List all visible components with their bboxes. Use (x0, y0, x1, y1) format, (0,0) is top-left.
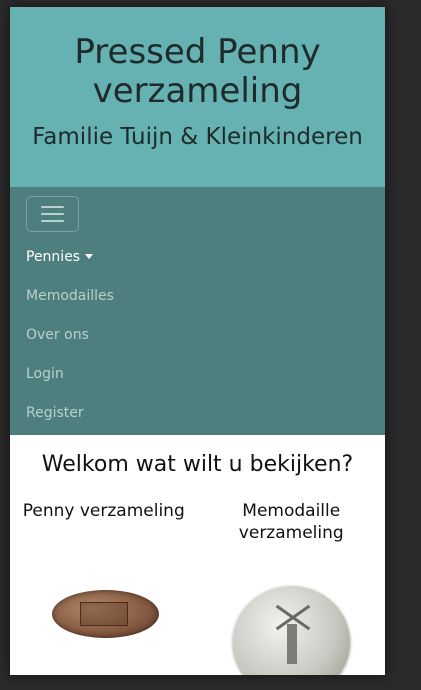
nav-item-pennies[interactable]: Pennies (26, 237, 385, 276)
site-header: Pressed Penny verzameling Familie Tuijn … (10, 7, 385, 187)
hamburger-icon (41, 220, 64, 222)
nav-item-label: Memodailles (26, 287, 114, 304)
hamburger-icon (41, 213, 64, 215)
navbar-toggler-button[interactable] (26, 196, 79, 232)
pressed-penny-image[interactable] (52, 590, 159, 638)
collection-cards: Penny verzameling Memodaille verzameling (10, 500, 385, 675)
site-title: Pressed Penny verzameling (74, 32, 321, 111)
nav-item-label: Over ons (26, 326, 89, 343)
welcome-heading: Welkom wat wilt u bekijken? (41, 452, 354, 477)
nav-item-over-ons[interactable]: Over ons (26, 315, 385, 354)
hamburger-icon (41, 206, 64, 208)
main-content: Welkom wat wilt u bekijken? Penny verzam… (10, 450, 385, 675)
nav-item-label: Login (26, 365, 64, 382)
card-title: Penny verzameling (22, 501, 185, 521)
nav-item-label: Register (26, 404, 84, 421)
nav-item-register[interactable]: Register (26, 393, 385, 432)
nav-item-login[interactable]: Login (26, 354, 385, 393)
nav-item-label: Pennies (26, 248, 81, 265)
penny-card[interactable]: Penny verzameling (10, 500, 198, 675)
main-navbar: Pennies Memodailles Over ons Login Regis… (10, 187, 385, 435)
building-engraving (80, 602, 128, 626)
caret-down-icon (85, 254, 94, 259)
windmill-engraving (286, 624, 297, 664)
site-subtitle: Familie Tuijn & Kleinkinderen (32, 124, 363, 150)
browser-viewport: Pressed Penny verzameling Familie Tuijn … (10, 7, 385, 675)
memodaille-coin-image[interactable] (232, 586, 350, 675)
memodaille-card[interactable]: Memodaille verzameling (198, 500, 386, 675)
card-title: Memodaille verzameling (238, 501, 344, 543)
nav-item-memodailles[interactable]: Memodailles (26, 276, 385, 315)
nav-list: Pennies Memodailles Over ons Login Regis… (26, 237, 385, 432)
